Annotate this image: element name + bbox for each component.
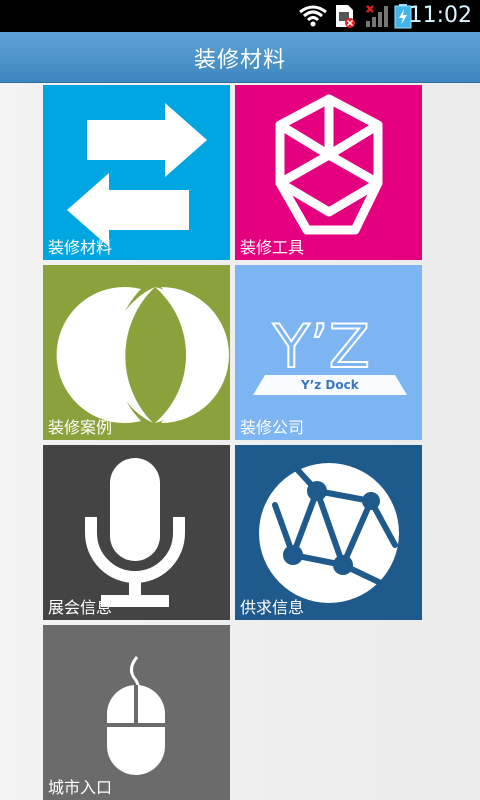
status-bar: 11:02 — [0, 0, 480, 32]
tile-companies[interactable]: Y’Z Y’z Dock 装修公司 — [235, 265, 422, 440]
tile-tools[interactable]: 装修工具 — [235, 85, 422, 260]
tile-exhibitions[interactable]: 展会信息 — [43, 445, 230, 620]
tile-cases[interactable]: 装修案例 — [43, 265, 230, 440]
tile-label: 装修工具 — [240, 238, 305, 257]
wifi-icon — [298, 3, 328, 33]
yz-dock-text: Y’z Dock — [300, 378, 360, 392]
tile-materials[interactable]: 装修材料 — [43, 85, 230, 260]
tile-supply-demand[interactable]: 供求信息 — [235, 445, 422, 620]
tile-label: 城市入口 — [48, 778, 113, 797]
tile-city-entry[interactable]: 城市入口 — [43, 625, 230, 800]
tile-grid: 装修材料 装修工具 装修案例 Y’Z Y’z Dock 装修公司 展会信息 供求… — [0, 83, 480, 800]
page-title: 装修材料 — [193, 48, 286, 73]
sim-card-icon — [333, 3, 357, 33]
tile-label: 装修材料 — [48, 238, 113, 257]
tile-label: 装修公司 — [240, 418, 305, 437]
title-bar: 装修材料 — [0, 32, 480, 83]
yz-logo-text: Y’Z — [272, 312, 370, 382]
clock: 11:02 — [408, 3, 472, 28]
tile-label: 供求信息 — [240, 598, 305, 617]
signal-icon — [363, 3, 391, 33]
tile-label: 装修案例 — [48, 418, 113, 437]
tile-label: 展会信息 — [48, 598, 113, 617]
